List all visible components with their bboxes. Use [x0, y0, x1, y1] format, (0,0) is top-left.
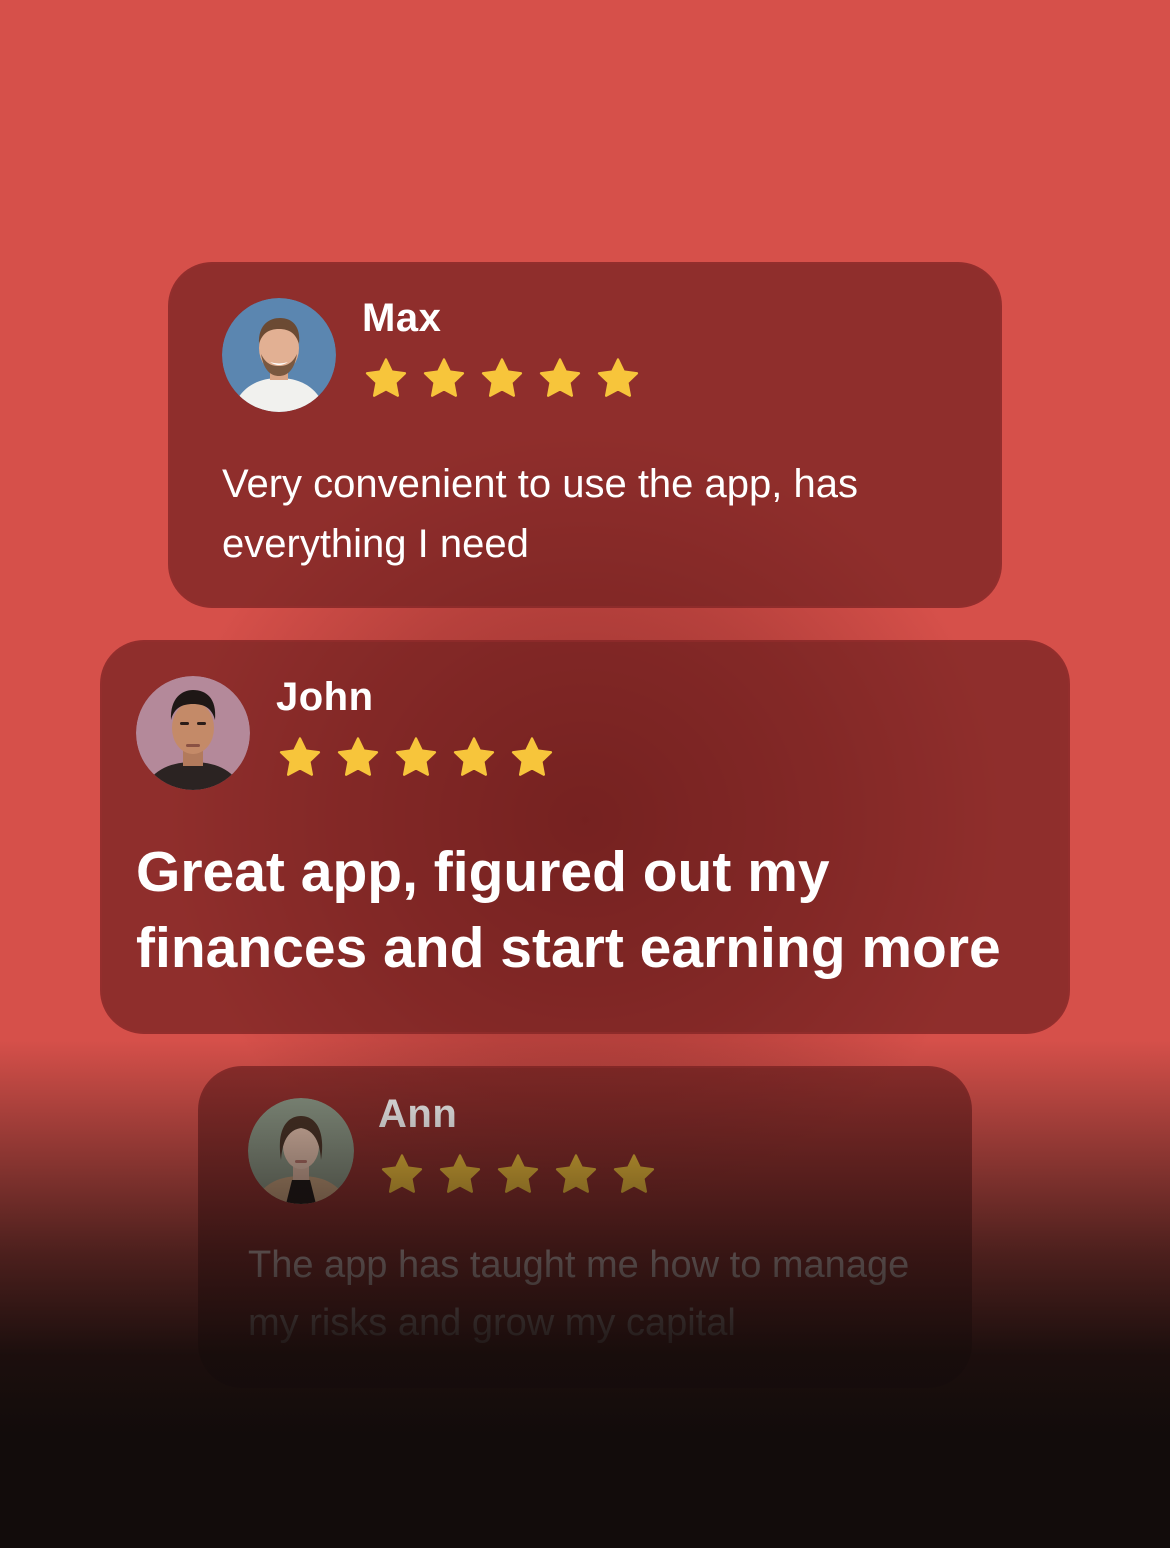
star-icon — [279, 737, 321, 776]
star-icon — [337, 737, 379, 776]
star-icon — [365, 358, 407, 397]
avatar — [248, 1098, 354, 1204]
star-rating — [378, 1152, 658, 1198]
star-icon — [597, 358, 639, 397]
review-header: John — [136, 676, 556, 790]
avatar — [136, 676, 250, 790]
avatar-photo — [222, 298, 336, 412]
review-card-max: Max Very convenient to use the app, has … — [168, 262, 1002, 608]
star-icon — [539, 358, 581, 397]
star-icon — [481, 358, 523, 397]
star-icon — [497, 1154, 539, 1193]
avatar-photo — [136, 676, 250, 790]
star-icon — [381, 1154, 423, 1193]
star-icon — [453, 737, 495, 776]
star-rating — [276, 735, 556, 781]
review-text: The app has taught me how to manage my r… — [248, 1244, 910, 1344]
star-icon — [613, 1154, 655, 1193]
star-icon — [511, 737, 553, 776]
star-rating — [362, 356, 642, 402]
avatar — [222, 298, 336, 412]
review-meta: Ann — [378, 1094, 658, 1198]
review-meta: Max — [362, 298, 642, 402]
star-icon — [423, 358, 465, 397]
reviewer-name: Ann — [378, 1092, 458, 1136]
reviewer-name: Max — [362, 296, 442, 340]
review-text: Very convenient to use the app, has ever… — [222, 462, 858, 566]
review-header: Ann — [248, 1094, 658, 1204]
star-icon — [439, 1154, 481, 1193]
star-icon — [395, 737, 437, 776]
review-card-ann: Ann The app has taught me how to manage … — [198, 1066, 972, 1388]
reviewer-name: John — [276, 675, 374, 719]
review-text: Great app, figured out my finances and s… — [136, 840, 1001, 980]
review-header: Max — [222, 298, 642, 412]
star-icon — [555, 1154, 597, 1193]
review-card-john: John Great app, figured out my finances … — [100, 640, 1070, 1034]
review-meta: John — [276, 677, 556, 781]
avatar-photo — [248, 1098, 354, 1204]
